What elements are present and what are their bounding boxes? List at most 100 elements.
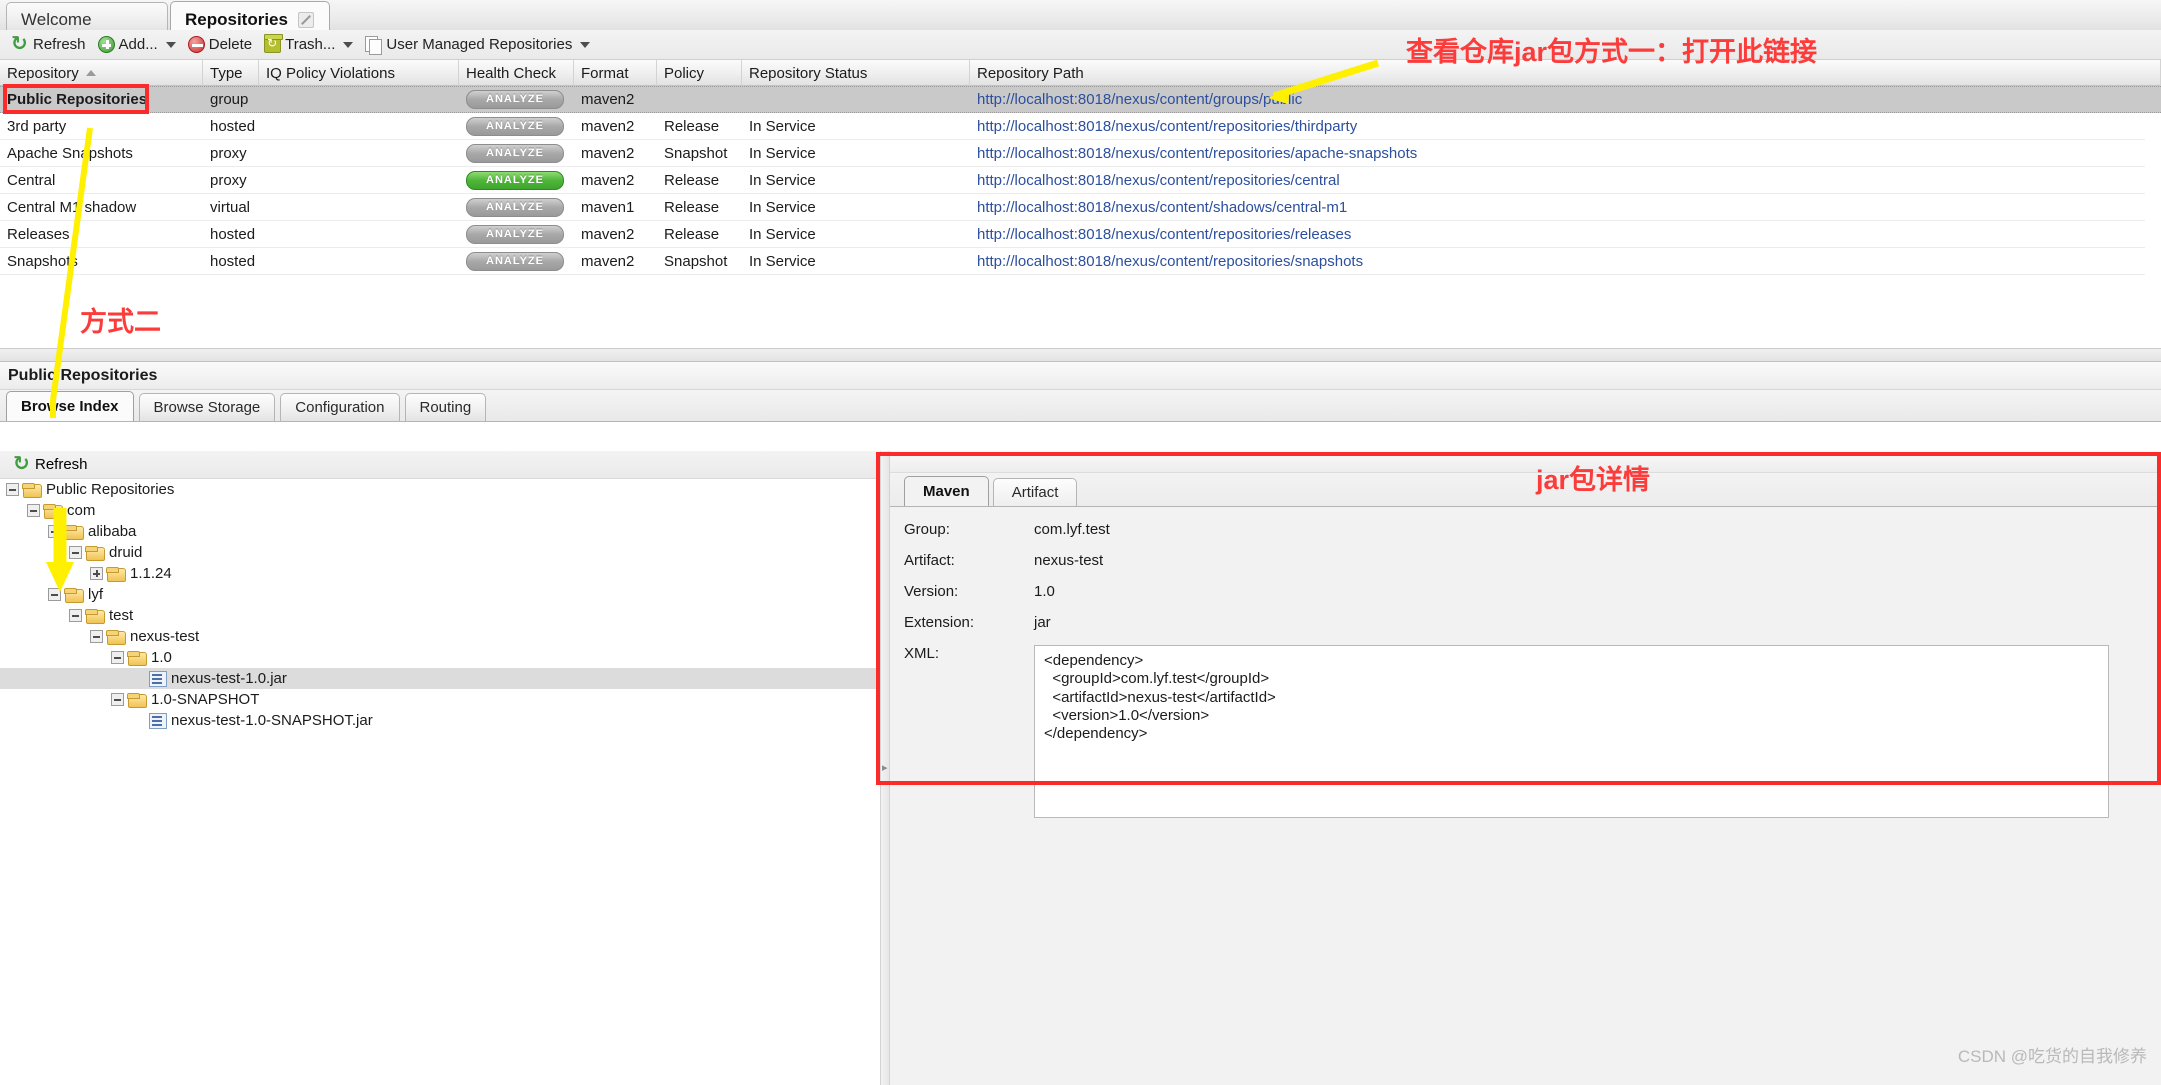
cell-format-text: maven2 [581, 252, 635, 270]
collapse-icon[interactable] [111, 651, 124, 664]
column-header-repository[interactable]: Repository [0, 60, 203, 86]
repository-path-link[interactable]: http://localhost:8018/nexus/content/repo… [977, 253, 1363, 270]
tree-node[interactable]: nexus-test-1.0-SNAPSHOT.jar [0, 710, 880, 731]
analyze-button[interactable]: ANALYZE [466, 116, 564, 136]
cell-repository-name-text: Public Repositories [7, 91, 148, 108]
xml-field-value[interactable]: <dependency> <groupId>com.lyf.test</grou… [1034, 645, 2109, 818]
tab-welcome-label: Welcome [21, 9, 92, 29]
tree-node[interactable]: 1.0-SNAPSHOT [0, 689, 880, 710]
column-header-repository-status[interactable]: Repository Status [742, 60, 970, 86]
repository-path-link[interactable]: http://localhost:8018/nexus/content/grou… [977, 91, 1302, 108]
cell-iq-policy-violations [259, 140, 459, 166]
cell-format: maven2 [574, 113, 657, 139]
cell-repository-status-text: In Service [749, 117, 816, 135]
delete-button[interactable]: Delete [182, 32, 258, 58]
add-icon [97, 36, 115, 53]
column-header-repository-path[interactable]: Repository Path [970, 60, 2161, 86]
repository-path-link[interactable]: http://localhost:8018/nexus/content/shad… [977, 199, 1347, 216]
tree-node[interactable]: 1.0 [0, 647, 880, 668]
column-header-type[interactable]: Type [203, 60, 259, 86]
cell-type: hosted [203, 221, 259, 247]
analyze-button[interactable]: ANALYZE [466, 197, 564, 217]
collapse-icon[interactable] [27, 504, 40, 517]
tree-node-label: nexus-test [130, 628, 200, 645]
cell-type-text: proxy [210, 171, 247, 189]
tab-routing[interactable]: Routing [404, 393, 487, 421]
tree-node[interactable]: Public Repositories [0, 479, 880, 500]
cell-repository-path: http://localhost:8018/nexus/content/repo… [970, 248, 2161, 274]
cell-policy: Release [657, 113, 742, 139]
table-row[interactable]: Snapshots hosted ANALYZE maven2 Snapshot In S… [0, 248, 2161, 275]
tree-node[interactable]: nexus-test [0, 626, 880, 647]
tab-browse-storage[interactable]: Browse Storage [138, 393, 276, 421]
tree-node[interactable]: com [0, 500, 880, 521]
collapse-icon[interactable] [111, 693, 124, 706]
folder-icon [64, 587, 84, 603]
tab-browse-index[interactable]: Browse Index [6, 391, 134, 421]
collapse-icon[interactable] [69, 546, 82, 559]
add-button[interactable]: Add... [92, 32, 182, 58]
analyze-button[interactable]: ANALYZE [466, 251, 564, 271]
cell-repository-path: http://localhost:8018/nexus/content/shad… [970, 194, 2161, 220]
collapse-icon[interactable] [69, 609, 82, 622]
repository-path-link[interactable]: http://localhost:8018/nexus/content/repo… [977, 118, 1357, 135]
tree-node[interactable]: lyf [0, 584, 880, 605]
tree-node-label: com [67, 502, 96, 519]
repositories-grid: Repository Type IQ Policy Violations Hea… [0, 60, 2161, 410]
analyze-button[interactable]: ANALYZE [466, 170, 564, 190]
column-header-health-check[interactable]: Health Check [459, 60, 574, 86]
tab-configuration[interactable]: Configuration [280, 393, 400, 421]
trash-button[interactable]: Trash... [258, 32, 359, 58]
close-icon[interactable] [297, 11, 314, 28]
tree-node[interactable]: test [0, 605, 880, 626]
table-row[interactable]: Central proxy ANALYZE maven2 Release In Servi… [0, 167, 2161, 194]
repository-path-link[interactable]: http://localhost:8018/nexus/content/repo… [977, 172, 1340, 189]
tree-node[interactable]: alibaba [0, 521, 880, 542]
expand-icon[interactable] [90, 567, 103, 580]
collapse-icon[interactable] [90, 630, 103, 643]
tree-node[interactable]: nexus-test-1.0.jar [0, 668, 880, 689]
vertical-splitter[interactable] [880, 451, 890, 1085]
column-header-policy[interactable]: Policy [657, 60, 742, 86]
repository-path-link[interactable]: http://localhost:8018/nexus/content/repo… [977, 226, 1351, 243]
collapse-icon[interactable] [48, 588, 61, 601]
detail-tab-artifact[interactable]: Artifact [992, 478, 1078, 506]
tree-node[interactable]: druid [0, 542, 880, 563]
collapse-icon[interactable] [6, 483, 19, 496]
analyze-button[interactable]: ANALYZE [466, 224, 564, 244]
chevron-down-icon[interactable] [165, 41, 176, 48]
tree-node[interactable]: 1.1.24 [0, 563, 880, 584]
table-row[interactable]: Central M1 shadow virtual ANALYZE maven1 Rel… [0, 194, 2161, 221]
folder-icon [43, 503, 63, 519]
user-managed-repositories-button[interactable]: User Managed Repositories [359, 32, 596, 58]
table-row[interactable]: Apache Snapshots proxy ANALYZE maven2 Snapsh… [0, 140, 2161, 167]
cell-health-check: ANALYZE [459, 167, 574, 193]
table-row[interactable]: Public Repositories group ANALYZE maven2 htt… [0, 86, 2161, 113]
detail-tab-maven[interactable]: Maven [904, 476, 989, 506]
xml-field-label: XML: [904, 645, 940, 662]
cell-repository-name-text: Central M1 shadow [7, 198, 137, 216]
chevron-down-icon[interactable] [343, 41, 354, 48]
repository-path-link[interactable]: http://localhost:8018/nexus/content/repo… [977, 145, 1417, 162]
column-header-format[interactable]: Format [574, 60, 657, 86]
tree-node-label: 1.0-SNAPSHOT [151, 691, 260, 708]
cell-repository-name: Apache Snapshots [0, 140, 203, 166]
splitter-grip-icon[interactable] [882, 741, 889, 801]
tree-refresh-button[interactable]: Refresh [8, 451, 94, 478]
chevron-down-icon[interactable] [580, 41, 591, 48]
table-row[interactable]: Releases hosted ANALYZE maven2 Release In Ser… [0, 221, 2161, 248]
cell-policy: Snapshot [657, 248, 742, 274]
cell-policy: Release [657, 167, 742, 193]
cell-repository-name-text: 3rd party [7, 117, 67, 135]
refresh-button[interactable]: Refresh [6, 31, 92, 58]
table-row[interactable]: 3rd party hosted ANALYZE maven2 Release In Se… [0, 113, 2161, 140]
analyze-button[interactable]: ANALYZE [466, 90, 564, 109]
analyze-button[interactable]: ANALYZE [466, 143, 564, 163]
cell-policy-text: Snapshot [664, 144, 728, 162]
horizontal-splitter[interactable] [0, 348, 2161, 362]
collapse-icon[interactable] [48, 525, 61, 538]
cell-format-text: maven2 [581, 225, 635, 243]
detail-field-value: 1.0 [1034, 583, 1055, 600]
column-header-iq-policy-violations[interactable]: IQ Policy Violations [259, 60, 459, 86]
